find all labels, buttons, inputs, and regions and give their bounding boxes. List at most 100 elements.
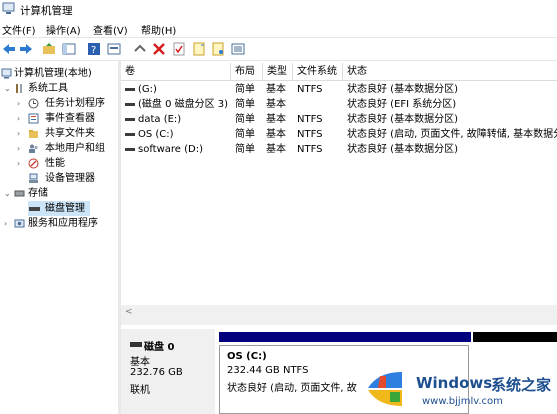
volume-list: 卷 布局 类型 文件系统 状态 (G:) 简单 基本 NTFS 状态良好 (基本… xyxy=(121,63,557,320)
menu-view[interactable]: 查看(V) xyxy=(93,22,128,37)
horizontal-scrollbar[interactable]: < xyxy=(121,305,557,320)
column-header-type[interactable]: 类型 xyxy=(263,63,293,81)
chevron-down-icon[interactable]: ⌄ xyxy=(4,186,11,201)
volume-status: 状态良好 (基本数据分区) xyxy=(347,84,458,95)
tree-item-disk-management[interactable]: 磁盘管理 xyxy=(28,201,90,216)
volume-status: 状态良好 (EFI 系统分区) xyxy=(347,99,457,110)
column-header-volume[interactable]: 卷 xyxy=(121,63,231,81)
chevron-right-icon[interactable]: › xyxy=(4,216,7,231)
menu-action[interactable]: 操作(A) xyxy=(46,22,81,37)
volume-status: 状态良好 (基本数据分区) xyxy=(347,144,458,155)
title-bar: 计算机管理 xyxy=(0,0,557,19)
volume-filesystem: NTFS xyxy=(297,84,323,95)
table-row[interactable]: data (E:) 简单 基本 NTFS 状态良好 (基本数据分区) xyxy=(121,112,557,127)
show-hide-tree-icon[interactable] xyxy=(62,42,76,56)
back-arrow-icon[interactable] xyxy=(2,42,16,56)
scroll-left-icon[interactable]: < xyxy=(125,307,133,317)
tree-item-storage[interactable]: ⌄ 存储 xyxy=(0,186,118,201)
column-header-filesystem[interactable]: 文件系统 xyxy=(293,63,343,81)
chevron-down-icon[interactable]: ⌄ xyxy=(4,81,11,96)
window-title: 计算机管理 xyxy=(20,5,73,17)
tree-label-event-viewer: 事件查看器 xyxy=(45,113,95,124)
volume-name: (磁盘 0 磁盘分区 3) xyxy=(138,99,229,110)
disk-icon xyxy=(130,342,142,347)
partition-title: OS (C:) xyxy=(227,351,267,362)
clock-icon xyxy=(28,98,39,109)
performance-icon xyxy=(28,158,39,169)
table-row[interactable]: OS (C:) 简单 基本 NTFS 状态良好 (启动, 页面文件, 故障转储,… xyxy=(121,127,557,142)
tree-item-device-manager[interactable]: 设备管理器 xyxy=(0,171,118,186)
disk-state: 联机 xyxy=(130,385,150,396)
device-manager-icon xyxy=(29,173,38,183)
tree-item-shared-folders[interactable]: › 共享文件夹 xyxy=(0,126,118,141)
tree-item-root[interactable]: 计算机管理(本地) xyxy=(0,66,118,81)
disk-name: 磁盘 0 xyxy=(144,342,175,353)
tree-item-performance[interactable]: › 性能 xyxy=(0,156,118,171)
table-row[interactable]: software (D:) 简单 基本 NTFS 状态良好 (基本数据分区) xyxy=(121,142,557,157)
volume-filesystem: NTFS xyxy=(297,144,323,155)
watermark: Windows 系统之家 www.bjjmlv.com xyxy=(356,360,557,414)
open-icon[interactable] xyxy=(211,42,225,56)
new-icon[interactable] xyxy=(192,42,206,56)
tree-item-event-viewer[interactable]: › 事件查看器 xyxy=(0,111,118,126)
connect-icon[interactable] xyxy=(133,42,147,56)
volume-icon xyxy=(125,88,135,91)
forward-arrow-icon[interactable] xyxy=(19,42,33,56)
volume-name: software (D:) xyxy=(138,144,203,155)
volume-name: OS (C:) xyxy=(138,129,174,140)
chevron-right-icon[interactable]: › xyxy=(17,96,20,111)
properties-icon[interactable] xyxy=(107,42,121,56)
disk-info[interactable]: 磁盘 0 基本 232.76 GB 联机 xyxy=(121,329,215,414)
tree-label-system-tools: 系统工具 xyxy=(28,83,68,94)
tools-icon xyxy=(16,84,22,93)
tree-label-storage: 存储 xyxy=(28,188,48,199)
check-icon[interactable] xyxy=(172,42,186,56)
menu-bar: 文件(F) 操作(A) 查看(V) 帮助(H) xyxy=(0,20,557,37)
volume-icon xyxy=(125,103,135,106)
partition-size: 232.44 GB NTFS xyxy=(227,365,309,376)
chevron-right-icon[interactable]: › xyxy=(17,141,20,156)
menu-help[interactable]: 帮助(H) xyxy=(141,22,176,37)
column-header-status[interactable]: 状态 xyxy=(343,63,557,81)
navigation-tree: 计算机管理(本地) ⌄ 系统工具 › 任务计划程序 › 事件查看器 › 共享文件… xyxy=(0,63,118,414)
help-icon[interactable]: ? xyxy=(87,42,101,56)
volume-filesystem: NTFS xyxy=(297,114,323,125)
delete-icon[interactable] xyxy=(152,42,166,56)
volume-icon xyxy=(125,148,135,151)
table-row[interactable]: (G:) 简单 基本 NTFS 状态良好 (基本数据分区) xyxy=(121,82,557,97)
volume-type: 基本 xyxy=(266,99,286,110)
tree-label-local-users: 本地用户和组 xyxy=(45,143,105,154)
watermark-brand: Windows xyxy=(416,374,493,392)
chevron-right-icon[interactable]: › xyxy=(17,111,20,126)
windows-logo-icon xyxy=(368,372,402,406)
tree-item-local-users[interactable]: › 本地用户和组 xyxy=(0,141,118,156)
volume-filesystem: NTFS xyxy=(297,129,323,140)
svg-text:?: ? xyxy=(91,45,96,56)
settings-list-icon[interactable] xyxy=(231,42,245,56)
volume-name: data (E:) xyxy=(138,114,182,125)
volume-layout: 简单 xyxy=(235,144,255,155)
tree-item-system-tools[interactable]: ⌄ 系统工具 xyxy=(0,81,118,96)
tree-label-root: 计算机管理(本地) xyxy=(14,68,92,79)
table-row[interactable]: (磁盘 0 磁盘分区 3) 简单 基本 状态良好 (EFI 系统分区) xyxy=(121,97,557,112)
unallocated-bar xyxy=(473,332,557,342)
tree-item-services-apps[interactable]: › 服务和应用程序 xyxy=(0,216,118,231)
volume-layout: 简单 xyxy=(235,99,255,110)
column-header-layout[interactable]: 布局 xyxy=(231,63,263,81)
volume-layout: 简单 xyxy=(235,114,255,125)
up-folder-icon[interactable] xyxy=(42,42,56,56)
chevron-right-icon[interactable]: › xyxy=(17,156,20,171)
tree-label-performance: 性能 xyxy=(45,158,65,169)
tree-label-services-apps: 服务和应用程序 xyxy=(28,218,98,229)
disk-type: 基本 xyxy=(130,357,150,368)
partition-status: 状态良好 (启动, 页面文件, 故 xyxy=(227,383,357,394)
watermark-url: www.bjjmlv.com xyxy=(422,396,503,407)
toolbar: ? xyxy=(0,37,557,61)
volume-type: 基本 xyxy=(266,144,286,155)
volume-name: (G:) xyxy=(138,84,157,95)
chevron-right-icon[interactable]: › xyxy=(17,126,20,141)
tree-label-device-manager: 设备管理器 xyxy=(45,173,95,184)
tree-item-task-scheduler[interactable]: › 任务计划程序 xyxy=(0,96,118,111)
menu-file[interactable]: 文件(F) xyxy=(2,22,36,37)
shared-folder-icon xyxy=(29,130,38,138)
